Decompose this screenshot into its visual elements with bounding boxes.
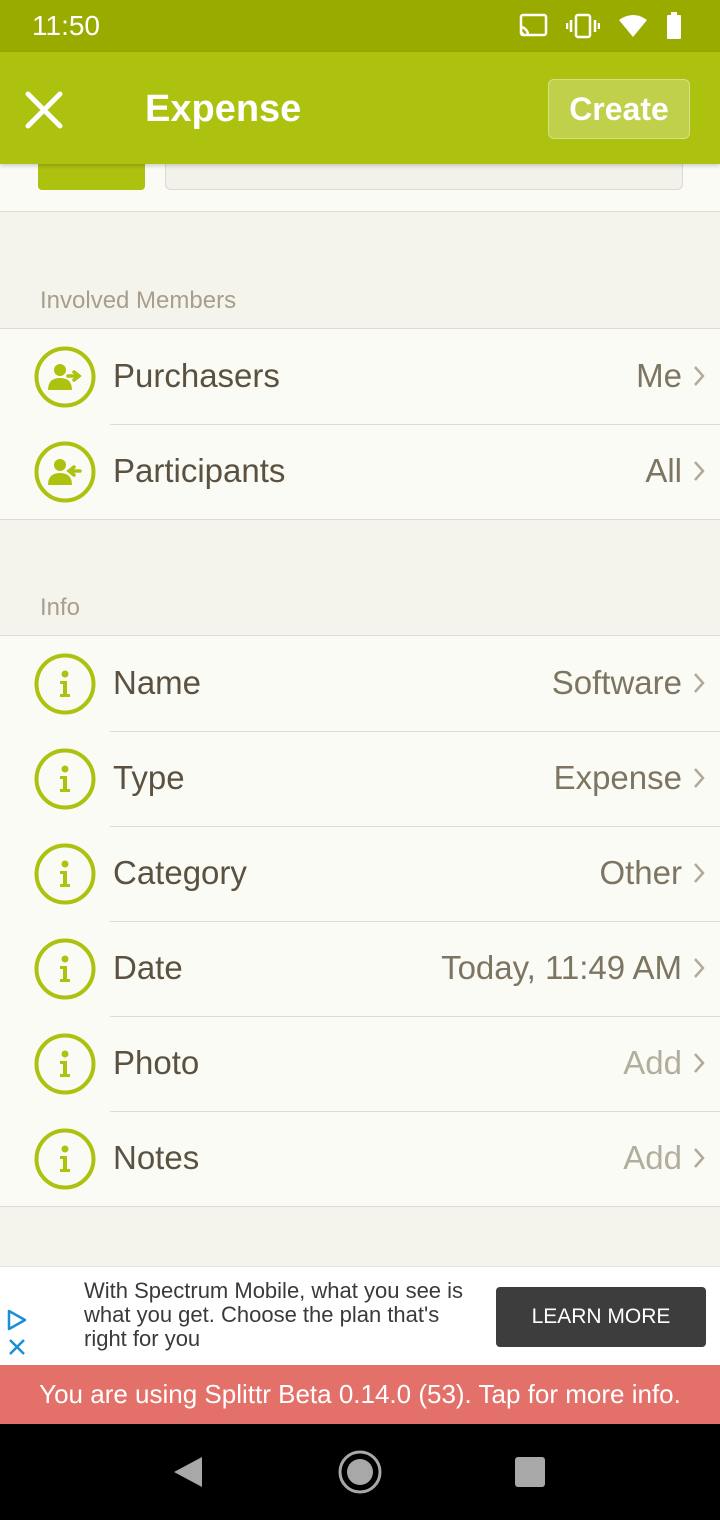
row-label: Photo	[113, 1044, 200, 1081]
battery-icon	[666, 12, 682, 40]
row-label: Notes	[113, 1139, 200, 1176]
chevron-right-icon	[692, 862, 706, 884]
row-purchasers[interactable]: Purchasers Me	[0, 329, 720, 424]
status-bar: 11:50	[0, 0, 720, 52]
close-button[interactable]	[22, 88, 66, 132]
row-label: Name	[113, 664, 202, 701]
type-toggle-button[interactable]	[38, 164, 145, 190]
row-divider	[110, 826, 720, 827]
row-date[interactable]: Date Today, 11:49 AM	[0, 921, 720, 1016]
page-title: Expense	[145, 88, 302, 130]
row-label: Purchasers	[113, 357, 280, 394]
row-divider	[110, 1016, 720, 1017]
row-participants[interactable]: Participants All	[0, 424, 720, 519]
cast-icon	[518, 13, 548, 39]
home-icon	[338, 1450, 382, 1494]
info-icon	[34, 653, 96, 715]
ad-banner[interactable]: With Spectrum Mobile, what you see is wh…	[0, 1266, 720, 1366]
involved-members-group: Purchasers Me Participants All	[0, 328, 720, 520]
row-value: Software	[551, 664, 682, 701]
app-bar: Expense Create	[0, 52, 720, 164]
row-value: Today, 11:49 AM	[441, 949, 682, 986]
create-button[interactable]: Create	[548, 79, 690, 139]
info-icon	[34, 1033, 96, 1095]
info-icon	[34, 748, 96, 810]
chevron-right-icon	[692, 365, 706, 387]
chevron-right-icon	[692, 672, 706, 694]
row-label: Date	[113, 949, 183, 986]
system-nav-bar	[0, 1424, 720, 1520]
close-icon	[25, 91, 63, 129]
chevron-right-icon	[692, 957, 706, 979]
row-divider	[110, 731, 720, 732]
ad-text: With Spectrum Mobile, what you see is wh…	[84, 1278, 464, 1351]
chevron-right-icon	[692, 1147, 706, 1169]
top-input-strip	[0, 164, 720, 212]
recents-icon	[515, 1457, 545, 1487]
info-group: Name Software Type Expense Category Othe…	[0, 635, 720, 1207]
recents-button[interactable]	[514, 1456, 546, 1493]
row-value: All	[645, 452, 682, 489]
chevron-right-icon	[692, 767, 706, 789]
person-in-icon	[34, 441, 96, 503]
row-name[interactable]: Name Software	[0, 636, 720, 731]
back-icon	[174, 1457, 202, 1487]
info-icon	[34, 938, 96, 1000]
chevron-right-icon	[692, 1052, 706, 1074]
row-label: Category	[113, 854, 247, 891]
back-button[interactable]	[170, 1454, 206, 1495]
row-value: Me	[636, 357, 682, 394]
home-button[interactable]	[337, 1449, 383, 1500]
row-value: Other	[599, 854, 682, 891]
row-label: Type	[113, 759, 185, 796]
row-value: Expense	[553, 759, 682, 796]
chevron-right-icon	[692, 460, 706, 482]
amount-field[interactable]	[165, 164, 683, 190]
wifi-icon	[618, 14, 648, 38]
status-time: 11:50	[32, 10, 100, 41]
row-value: Add	[623, 1044, 682, 1081]
row-type[interactable]: Type Expense	[0, 731, 720, 826]
ad-close-icon[interactable]	[7, 1337, 27, 1362]
person-out-icon	[34, 346, 96, 408]
row-divider	[110, 921, 720, 922]
info-icon	[34, 1128, 96, 1190]
row-divider	[110, 424, 720, 425]
beta-info-banner[interactable]: You are using Splittr Beta 0.14.0 (53). …	[0, 1365, 720, 1424]
row-divider	[110, 1111, 720, 1112]
section-header-involved: Involved Members	[40, 287, 237, 314]
row-category[interactable]: Category Other	[0, 826, 720, 921]
vibrate-icon	[566, 13, 600, 39]
status-icons	[518, 12, 682, 40]
learn-more-button[interactable]: LEARN MORE	[496, 1287, 706, 1347]
ad-choices-icon[interactable]	[6, 1309, 28, 1336]
row-value: Add	[623, 1139, 682, 1176]
row-photo[interactable]: Photo Add	[0, 1016, 720, 1111]
row-label: Participants	[113, 452, 286, 489]
info-icon	[34, 843, 96, 905]
section-header-info: Info	[40, 594, 81, 621]
row-notes[interactable]: Notes Add	[0, 1111, 720, 1206]
